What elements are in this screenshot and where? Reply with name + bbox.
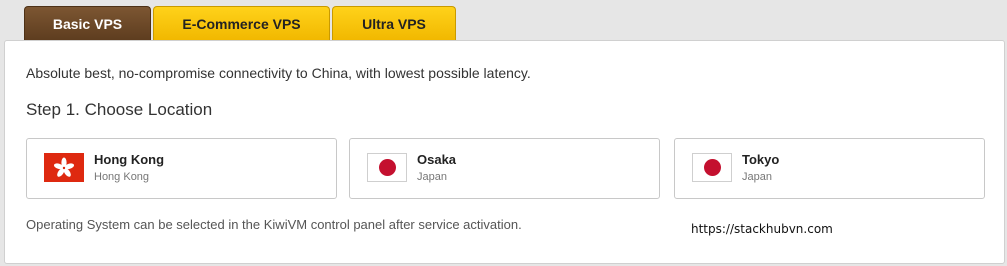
watermark-url: https://stackhubvn.com: [691, 222, 833, 236]
location-name: Osaka: [417, 152, 457, 167]
hong-kong-flag-icon: [44, 153, 84, 182]
plan-description: Absolute best, no-compromise connectivit…: [26, 65, 531, 81]
plan-tabs: Basic VPS E-Commerce VPS Ultra VPS: [0, 0, 1007, 44]
tab-ecommerce-vps[interactable]: E-Commerce VPS: [153, 6, 330, 40]
location-country: Japan: [742, 171, 772, 183]
location-country: Hong Kong: [94, 171, 150, 183]
os-selection-note: Operating System can be selected in the …: [26, 217, 522, 232]
japan-flag-icon: [367, 153, 407, 182]
plan-panel: Absolute best, no-compromise connectivit…: [4, 40, 1005, 264]
tab-basic-vps[interactable]: Basic VPS: [24, 6, 151, 40]
location-card-hong-kong[interactable]: Hong Kong Hong Kong: [26, 138, 337, 199]
vps-plan-selector: Basic VPS E-Commerce VPS Ultra VPS Absol…: [0, 0, 1007, 266]
step-heading: Step 1. Choose Location: [26, 100, 213, 119]
location-card-osaka[interactable]: Osaka Japan: [349, 138, 660, 199]
location-card-tokyo[interactable]: Tokyo Japan: [674, 138, 985, 199]
location-country: Japan: [417, 171, 447, 183]
japan-flag-icon: [692, 153, 732, 182]
location-name: Tokyo: [742, 152, 780, 167]
tab-ultra-vps[interactable]: Ultra VPS: [332, 6, 456, 40]
location-name: Hong Kong: [94, 152, 165, 167]
